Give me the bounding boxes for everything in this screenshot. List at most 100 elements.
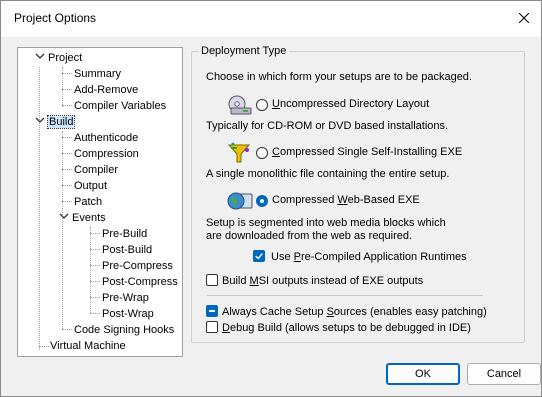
debug-build-checkbox[interactable] (206, 321, 218, 333)
tree-line (62, 169, 72, 170)
precompiled-runtimes-label[interactable]: Use Pre-Compiled Application Runtimes (271, 251, 467, 263)
label-text: Always Cache Setup (222, 306, 327, 318)
options-tree[interactable]: Project Summary Add-Remove Compiler Vari… (17, 47, 183, 357)
checkmark-icon (255, 253, 263, 260)
tree-item-post-wrap[interactable]: Post-Wrap (102, 307, 154, 321)
tree-item-summary[interactable]: Summary (74, 67, 121, 81)
window-title: Project Options (14, 11, 97, 25)
tree-line (90, 249, 100, 250)
precompiled-runtimes-checkbox[interactable] (253, 250, 265, 262)
access-key: C (272, 146, 280, 158)
tree-item-label: Pre-Wrap (102, 292, 149, 304)
tree-item-code-signing-hooks[interactable]: Code Signing Hooks (74, 323, 174, 337)
tree-line (62, 137, 72, 138)
tree-item-label: Post-Compress (102, 276, 178, 288)
label-text: Build (222, 275, 250, 287)
tree-item-label: Output (74, 180, 108, 192)
tree-line (39, 346, 49, 347)
access-key: D (222, 322, 230, 334)
label-text: SI outputs instead of EXE outputs (258, 275, 424, 287)
tree-line (90, 233, 100, 234)
tree-line (90, 227, 91, 313)
tree-line (90, 297, 100, 298)
tree-item-pre-build[interactable]: Pre-Build (102, 227, 147, 241)
deployment-intro-text: Choose in which form your setups are to … (206, 71, 472, 83)
tree-line (90, 313, 100, 314)
tree-item-label: Build (46, 115, 76, 129)
tree-item-post-compress[interactable]: Post-Compress (102, 275, 178, 289)
compressed-web-exe-description-1: Setup is segmented into web media blocks… (206, 217, 446, 229)
tree-item-label: Pre-Compress (102, 260, 173, 272)
always-cache-label[interactable]: Always Cache Setup Sources (enables easy… (222, 306, 487, 318)
cancel-button[interactable]: Cancel (467, 363, 541, 385)
tree-item-virtual-machine[interactable]: Virtual Machine (50, 339, 126, 353)
separator (207, 295, 483, 296)
tree-line (62, 105, 72, 106)
tree-item-label: Compression (74, 148, 139, 160)
label-text: ebug Build (allows setups to be debugged… (229, 322, 471, 334)
tree-line (62, 131, 63, 329)
tree-item-label: Compiler (74, 164, 119, 176)
always-cache-checkbox[interactable] (206, 305, 218, 317)
chevron-down-icon[interactable] (59, 211, 69, 221)
title-bar: Project Options (1, 1, 541, 37)
project-options-dialog: Project Options Project Summary Add-Remo… (0, 0, 542, 397)
tree-line (62, 201, 72, 202)
uncompressed-radio[interactable] (256, 99, 268, 111)
uncompressed-description: Typically for CD-ROM or DVD based instal… (206, 120, 449, 132)
tree-item-compiler[interactable]: Compiler (74, 163, 118, 177)
debug-build-label[interactable]: Debug Build (allows setups to be debugge… (222, 322, 471, 334)
label-text: eb-Based EXE (347, 194, 420, 206)
tree-item-patch[interactable]: Patch (74, 195, 102, 209)
label-text: Compressed (272, 194, 338, 206)
tree-item-compiler-variables[interactable]: Compiler Variables (74, 99, 166, 113)
access-key: P (293, 251, 301, 263)
access-key: U (272, 98, 280, 110)
tree-item-label: Compiler Variables (74, 100, 167, 112)
tree-item-add-remove[interactable]: Add-Remove (74, 83, 138, 97)
deployment-type-heading: Deployment Type (198, 45, 290, 57)
label-text: ompressed Single Self-Installing EXE (279, 146, 463, 158)
tree-item-label: Project (48, 52, 83, 64)
tree-item-pre-compress[interactable]: Pre-Compress (102, 259, 173, 273)
tree-item-label: Pre-Build (102, 228, 148, 240)
tree-line (62, 185, 72, 186)
tree-item-post-build[interactable]: Post-Build (102, 243, 152, 257)
tree-item-label: Add-Remove (74, 84, 139, 96)
tree-item-output[interactable]: Output (74, 179, 107, 193)
tree-line (90, 265, 100, 266)
chevron-down-icon[interactable] (35, 115, 45, 125)
close-button[interactable] (507, 1, 541, 35)
tree-line (62, 73, 72, 74)
tree-line (39, 67, 40, 350)
access-key: S (326, 306, 334, 318)
tree-item-compression[interactable]: Compression (74, 147, 139, 161)
close-icon (519, 13, 529, 23)
tree-item-label: Events (72, 212, 106, 224)
build-msi-checkbox[interactable] (206, 274, 218, 286)
tree-item-authenticode[interactable]: Authenticode (74, 131, 138, 145)
tree-line (62, 89, 72, 90)
web-globe-icon (227, 192, 253, 210)
funnel-icon (227, 142, 251, 163)
label-text: ources (enables easy patching) (333, 306, 487, 318)
tree-item-label: Post-Wrap (102, 308, 154, 320)
tree-item-label: Summary (74, 68, 122, 80)
chevron-down-icon[interactable] (35, 51, 45, 61)
access-key: W (337, 194, 348, 206)
compressed-single-exe-description: A single monolithic file containing the … (206, 168, 450, 180)
tree-item-label: Authenticode (74, 132, 139, 144)
tree-item-events[interactable]: Events (72, 211, 106, 225)
compressed-single-exe-label[interactable]: Compressed Single Self-Installing EXE (272, 146, 462, 158)
ok-button[interactable]: OK (386, 363, 460, 385)
tree-item-project[interactable]: Project (48, 51, 82, 65)
uncompressed-label[interactable]: Uncompressed Directory Layout (272, 98, 429, 110)
tree-item-pre-wrap[interactable]: Pre-Wrap (102, 291, 149, 305)
tree-item-label: Patch (74, 196, 103, 208)
build-msi-label[interactable]: Build MSI outputs instead of EXE outputs (222, 275, 423, 287)
compressed-single-exe-radio[interactable] (256, 147, 268, 159)
compressed-web-exe-radio[interactable] (256, 195, 268, 207)
compressed-web-exe-label[interactable]: Compressed Web-Based EXE (272, 194, 420, 206)
tree-item-build[interactable]: Build (46, 115, 76, 129)
tree-item-label: Code Signing Hooks (74, 324, 175, 336)
